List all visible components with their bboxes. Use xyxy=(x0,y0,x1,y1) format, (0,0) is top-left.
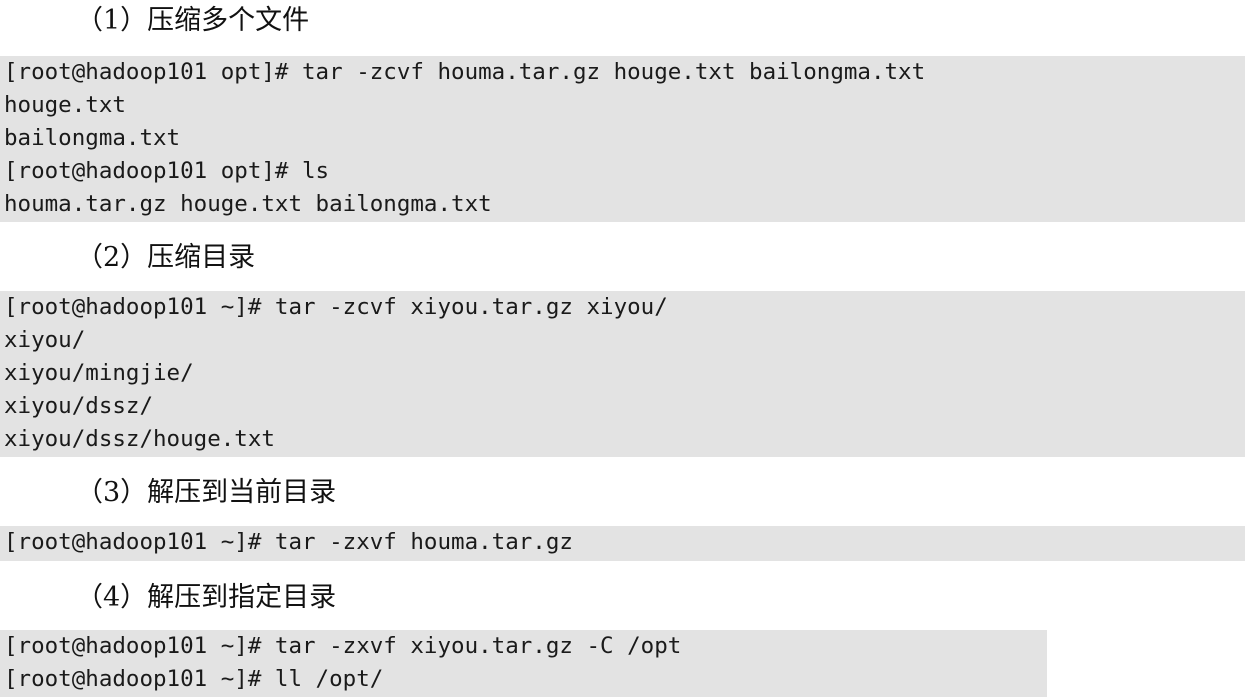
code-line: [root@hadoop101 ~]# tar -zxvf houma.tar.… xyxy=(4,529,573,555)
code-line: [root@hadoop101 opt]# ls xyxy=(4,158,330,184)
code-line: [root@hadoop101 opt]# tar -zcvf houma.ta… xyxy=(4,59,926,85)
code-block-1: [root@hadoop101 opt]# tar -zcvf houma.ta… xyxy=(0,56,1245,222)
document-page: （1）压缩多个文件 [root@hadoop101 opt]# tar -zcv… xyxy=(0,0,1245,697)
code-line: [root@hadoop101 ~]# tar -zcvf xiyou.tar.… xyxy=(4,294,668,320)
code-line: xiyou/dssz/ xyxy=(4,393,154,419)
code-line: xiyou/mingjie/ xyxy=(4,360,194,386)
section-heading-3: （3）解压到当前目录 xyxy=(76,477,337,508)
code-line: xiyou/dssz/houge.txt xyxy=(4,426,275,452)
code-block-2: [root@hadoop101 ~]# tar -zcvf xiyou.tar.… xyxy=(0,291,1245,457)
code-line: [root@hadoop101 ~]# tar -zxvf xiyou.tar.… xyxy=(4,633,682,659)
code-block-3: [root@hadoop101 ~]# tar -zxvf houma.tar.… xyxy=(0,526,1245,561)
code-line: houge.txt xyxy=(4,92,126,118)
code-block-4: [root@hadoop101 ~]# tar -zxvf xiyou.tar.… xyxy=(0,630,1047,697)
code-line: houma.tar.gz houge.txt bailongma.txt xyxy=(4,191,492,217)
section-heading-1: （1）压缩多个文件 xyxy=(76,5,310,36)
section-heading-4: （4）解压到指定目录 xyxy=(76,582,337,613)
code-line: bailongma.txt xyxy=(4,125,181,151)
section-heading-2: （2）压缩目录 xyxy=(76,242,256,273)
code-line: xiyou/ xyxy=(4,327,86,353)
code-line: [root@hadoop101 ~]# ll /opt/ xyxy=(4,666,384,692)
